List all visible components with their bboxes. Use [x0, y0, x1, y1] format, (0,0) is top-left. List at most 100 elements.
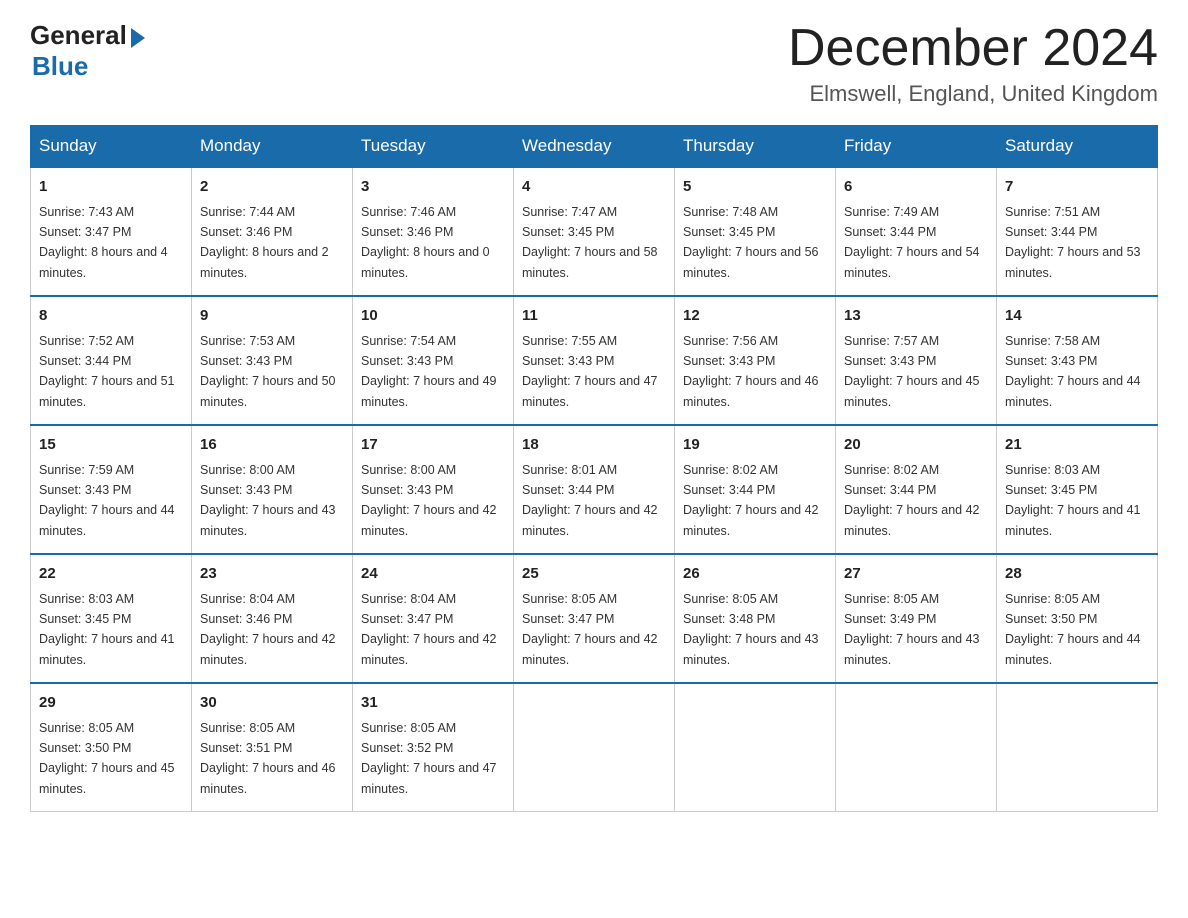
- day-info: Sunrise: 7:58 AMSunset: 3:43 PMDaylight:…: [1005, 334, 1141, 409]
- day-number: 11: [522, 305, 666, 328]
- month-title: December 2024: [788, 20, 1158, 77]
- day-info: Sunrise: 8:04 AMSunset: 3:46 PMDaylight:…: [200, 592, 336, 667]
- day-info: Sunrise: 8:00 AMSunset: 3:43 PMDaylight:…: [200, 463, 336, 538]
- calendar-day-cell: 4 Sunrise: 7:47 AMSunset: 3:45 PMDaylight…: [514, 167, 675, 296]
- day-number: 14: [1005, 305, 1149, 328]
- day-info: Sunrise: 8:03 AMSunset: 3:45 PMDaylight:…: [1005, 463, 1141, 538]
- day-number: 13: [844, 305, 988, 328]
- day-number: 20: [844, 434, 988, 457]
- day-info: Sunrise: 8:00 AMSunset: 3:43 PMDaylight:…: [361, 463, 497, 538]
- day-number: 12: [683, 305, 827, 328]
- day-number: 28: [1005, 563, 1149, 586]
- day-info: Sunrise: 8:05 AMSunset: 3:52 PMDaylight:…: [361, 721, 497, 796]
- calendar-day-cell: 28 Sunrise: 8:05 AMSunset: 3:50 PMDayligh…: [997, 554, 1158, 683]
- day-info: Sunrise: 7:47 AMSunset: 3:45 PMDaylight:…: [522, 205, 658, 280]
- calendar-day-cell: 10Sunrise: 7:54 AMSunset: 3:43 PMDayligh…: [353, 296, 514, 425]
- location-subtitle: Elmswell, England, United Kingdom: [788, 81, 1158, 107]
- col-monday: Monday: [192, 126, 353, 168]
- calendar-day-cell: 30Sunrise: 8:05 AMSunset: 3:51 PMDayligh…: [192, 683, 353, 812]
- day-number: 5: [683, 176, 827, 199]
- day-number: 19: [683, 434, 827, 457]
- calendar-day-cell: 23 Sunrise: 8:04 AMSunset: 3:46 PMDayligh…: [192, 554, 353, 683]
- calendar-week-row: 1Sunrise: 7:43 AMSunset: 3:47 PMDaylight…: [31, 167, 1158, 296]
- calendar-day-cell: 18Sunrise: 8:01 AMSunset: 3:44 PMDayligh…: [514, 425, 675, 554]
- calendar-day-cell: 29Sunrise: 8:05 AMSunset: 3:50 PMDayligh…: [31, 683, 192, 812]
- day-info: Sunrise: 7:48 AMSunset: 3:45 PMDaylight:…: [683, 205, 819, 280]
- col-wednesday: Wednesday: [514, 126, 675, 168]
- calendar-day-cell: 24Sunrise: 8:04 AMSunset: 3:47 PMDayligh…: [353, 554, 514, 683]
- page-header: General Blue December 2024 Elmswell, Eng…: [30, 20, 1158, 107]
- day-info: Sunrise: 7:59 AMSunset: 3:43 PMDaylight:…: [39, 463, 175, 538]
- logo: General Blue: [30, 20, 145, 82]
- calendar-table: Sunday Monday Tuesday Wednesday Thursday…: [30, 125, 1158, 812]
- calendar-day-cell: 31 Sunrise: 8:05 AMSunset: 3:52 PMDayligh…: [353, 683, 514, 812]
- calendar-day-cell: 3 Sunrise: 7:46 AMSunset: 3:46 PMDaylight…: [353, 167, 514, 296]
- calendar-day-cell: [997, 683, 1158, 812]
- calendar-day-cell: 19 Sunrise: 8:02 AMSunset: 3:44 PMDayligh…: [675, 425, 836, 554]
- calendar-day-cell: [675, 683, 836, 812]
- calendar-day-cell: [514, 683, 675, 812]
- day-info: Sunrise: 8:02 AMSunset: 3:44 PMDaylight:…: [844, 463, 980, 538]
- day-number: 30: [200, 692, 344, 715]
- day-info: Sunrise: 8:05 AMSunset: 3:48 PMDaylight:…: [683, 592, 819, 667]
- calendar-day-cell: 11 Sunrise: 7:55 AMSunset: 3:43 PMDayligh…: [514, 296, 675, 425]
- calendar-day-cell: 12 Sunrise: 7:56 AMSunset: 3:43 PMDayligh…: [675, 296, 836, 425]
- calendar-day-cell: 25 Sunrise: 8:05 AMSunset: 3:47 PMDayligh…: [514, 554, 675, 683]
- day-number: 23: [200, 563, 344, 586]
- logo-arrow-icon: [131, 28, 145, 48]
- day-info: Sunrise: 8:05 AMSunset: 3:50 PMDaylight:…: [1005, 592, 1141, 667]
- day-info: Sunrise: 8:01 AMSunset: 3:44 PMDaylight:…: [522, 463, 658, 538]
- col-thursday: Thursday: [675, 126, 836, 168]
- day-number: 27: [844, 563, 988, 586]
- day-number: 15: [39, 434, 183, 457]
- calendar-day-cell: 14 Sunrise: 7:58 AMSunset: 3:43 PMDayligh…: [997, 296, 1158, 425]
- calendar-day-cell: 20 Sunrise: 8:02 AMSunset: 3:44 PMDayligh…: [836, 425, 997, 554]
- day-info: Sunrise: 8:05 AMSunset: 3:50 PMDaylight:…: [39, 721, 175, 796]
- logo-blue-text: Blue: [32, 51, 88, 82]
- calendar-day-cell: 17 Sunrise: 8:00 AMSunset: 3:43 PMDayligh…: [353, 425, 514, 554]
- calendar-week-row: 15 Sunrise: 7:59 AMSunset: 3:43 PMDayligh…: [31, 425, 1158, 554]
- day-info: Sunrise: 7:49 AMSunset: 3:44 PMDaylight:…: [844, 205, 980, 280]
- day-info: Sunrise: 8:05 AMSunset: 3:47 PMDaylight:…: [522, 592, 658, 667]
- day-number: 17: [361, 434, 505, 457]
- title-section: December 2024 Elmswell, England, United …: [788, 20, 1158, 107]
- day-number: 3: [361, 176, 505, 199]
- day-number: 16: [200, 434, 344, 457]
- day-info: Sunrise: 7:57 AMSunset: 3:43 PMDaylight:…: [844, 334, 980, 409]
- day-info: Sunrise: 7:55 AMSunset: 3:43 PMDaylight:…: [522, 334, 658, 409]
- calendar-day-cell: 2 Sunrise: 7:44 AMSunset: 3:46 PMDaylight…: [192, 167, 353, 296]
- day-info: Sunrise: 7:43 AMSunset: 3:47 PMDaylight:…: [39, 205, 168, 280]
- day-number: 22: [39, 563, 183, 586]
- col-tuesday: Tuesday: [353, 126, 514, 168]
- day-info: Sunrise: 8:05 AMSunset: 3:49 PMDaylight:…: [844, 592, 980, 667]
- day-info: Sunrise: 7:46 AMSunset: 3:46 PMDaylight:…: [361, 205, 490, 280]
- day-number: 31: [361, 692, 505, 715]
- calendar-day-cell: 5 Sunrise: 7:48 AMSunset: 3:45 PMDaylight…: [675, 167, 836, 296]
- col-saturday: Saturday: [997, 126, 1158, 168]
- calendar-day-cell: 9 Sunrise: 7:53 AMSunset: 3:43 PMDaylight…: [192, 296, 353, 425]
- day-number: 6: [844, 176, 988, 199]
- calendar-week-row: 29Sunrise: 8:05 AMSunset: 3:50 PMDayligh…: [31, 683, 1158, 812]
- day-info: Sunrise: 7:53 AMSunset: 3:43 PMDaylight:…: [200, 334, 336, 409]
- day-number: 4: [522, 176, 666, 199]
- calendar-day-cell: 6 Sunrise: 7:49 AMSunset: 3:44 PMDaylight…: [836, 167, 997, 296]
- calendar-day-cell: 15 Sunrise: 7:59 AMSunset: 3:43 PMDayligh…: [31, 425, 192, 554]
- day-number: 8: [39, 305, 183, 328]
- day-number: 21: [1005, 434, 1149, 457]
- calendar-day-cell: 16 Sunrise: 8:00 AMSunset: 3:43 PMDayligh…: [192, 425, 353, 554]
- calendar-body: 1Sunrise: 7:43 AMSunset: 3:47 PMDaylight…: [31, 167, 1158, 812]
- day-info: Sunrise: 7:56 AMSunset: 3:43 PMDaylight:…: [683, 334, 819, 409]
- col-sunday: Sunday: [31, 126, 192, 168]
- logo-general-text: General: [30, 20, 127, 51]
- calendar-day-cell: [836, 683, 997, 812]
- day-info: Sunrise: 8:02 AMSunset: 3:44 PMDaylight:…: [683, 463, 819, 538]
- calendar-day-cell: 1Sunrise: 7:43 AMSunset: 3:47 PMDaylight…: [31, 167, 192, 296]
- day-number: 7: [1005, 176, 1149, 199]
- col-friday: Friday: [836, 126, 997, 168]
- day-info: Sunrise: 7:44 AMSunset: 3:46 PMDaylight:…: [200, 205, 329, 280]
- calendar-day-cell: 8Sunrise: 7:52 AMSunset: 3:44 PMDaylight…: [31, 296, 192, 425]
- day-number: 10: [361, 305, 505, 328]
- day-number: 9: [200, 305, 344, 328]
- day-number: 2: [200, 176, 344, 199]
- day-number: 25: [522, 563, 666, 586]
